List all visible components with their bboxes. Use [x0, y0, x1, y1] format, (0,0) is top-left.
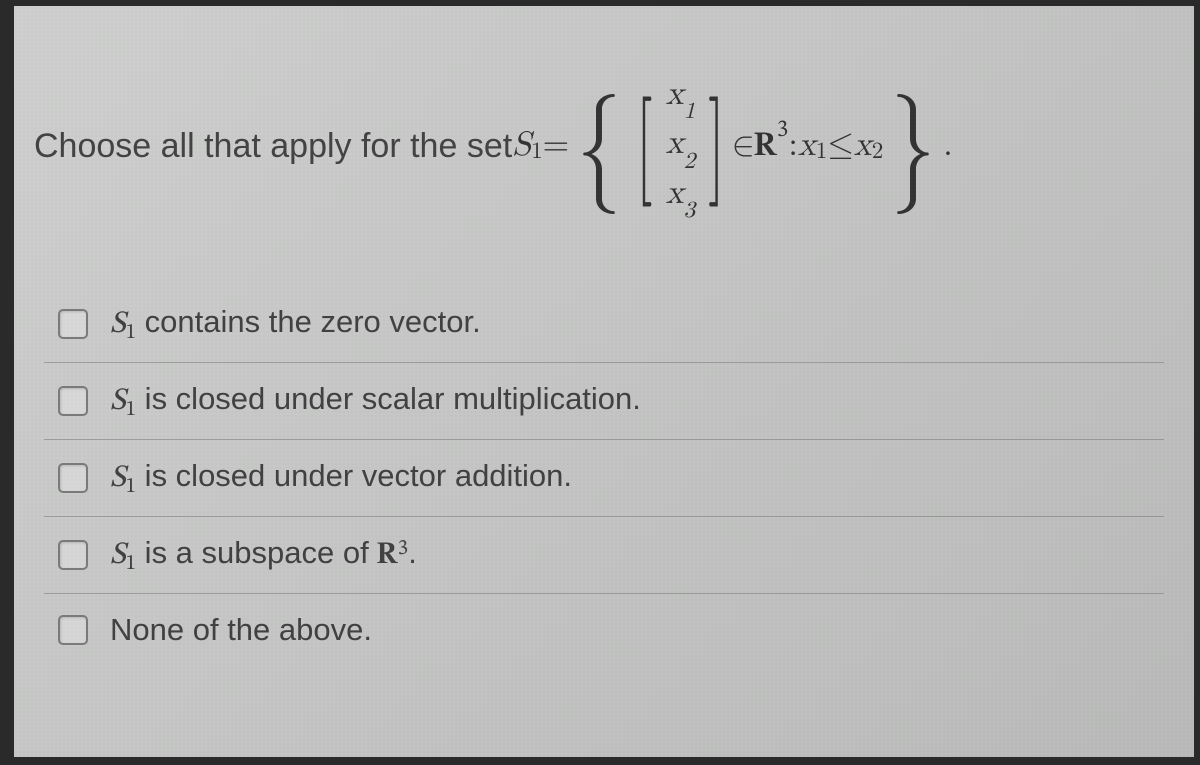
option-s-sub: 1 [126, 554, 136, 575]
question-period: . [943, 125, 952, 166]
question-row: Choose all that apply for the set S1 = {… [34, 66, 1184, 226]
blackboard-r-icon: R [377, 536, 397, 575]
element-of: ∈ [732, 125, 755, 166]
option-s-sub: 1 [126, 477, 136, 498]
option-s: S [110, 309, 126, 340]
checkbox[interactable] [58, 463, 88, 493]
option-row[interactable]: S1 is a subspace of R3. [44, 517, 1164, 594]
option-text: is closed under scalar multiplication. [136, 381, 641, 416]
left-brace-icon: { [577, 97, 622, 199]
vector-column: x1 x2 x3 [660, 72, 702, 219]
option-label: S1 is closed under vector addition. [110, 458, 572, 498]
option-row[interactable]: S1 is closed under scalar multiplication… [44, 363, 1164, 440]
checkbox[interactable] [58, 386, 88, 416]
cond-rhs-sub: 2 [872, 138, 884, 166]
such-that-colon: : [788, 125, 797, 166]
option-text: is a subspace of [136, 535, 377, 570]
option-s-sub: 1 [126, 400, 136, 421]
question-prompt: Choose all that apply for the set [34, 127, 512, 166]
checkbox[interactable] [58, 615, 88, 645]
vec-x3-sub: 3 [684, 199, 696, 222]
option-s: S [110, 463, 126, 494]
space-sup: 3 [398, 539, 408, 560]
option-text: is closed under vector addition. [136, 458, 572, 493]
right-brace-icon: } [891, 97, 936, 199]
left-bracket-icon: [ [636, 100, 653, 194]
space-sup: 3 [777, 118, 788, 142]
option-row[interactable]: None of the above. [44, 594, 1164, 666]
option-text: contains the zero vector. [136, 304, 481, 339]
vec-x2-sub: 2 [684, 150, 696, 173]
option-text: None of the above. [110, 612, 372, 647]
option-row[interactable]: S1 contains the zero vector. [44, 286, 1164, 363]
checkbox[interactable] [58, 309, 88, 339]
set-subscript: 1 [531, 138, 543, 166]
cond-lhs-var: x [798, 125, 816, 166]
set-symbol: S [512, 125, 531, 166]
option-label: S1 is a subspace of R3. [110, 535, 417, 575]
vec-x1-var: x [666, 77, 684, 111]
option-tail: . [408, 535, 417, 570]
blackboard-r-icon: R [755, 126, 777, 169]
vec-x1-sub: 1 [684, 100, 696, 123]
leq-sign: ≤ [827, 125, 853, 166]
vec-x3-var: x [666, 176, 684, 210]
real-space: R3 [755, 123, 789, 170]
option-label: S1 contains the zero vector. [110, 304, 481, 344]
right-bracket-icon: ] [708, 100, 725, 194]
options-list: S1 contains the zero vector. S1 is close… [44, 286, 1164, 666]
cond-rhs-var: x [854, 125, 872, 166]
option-row[interactable]: S1 is closed under vector addition. [44, 440, 1164, 517]
cond-lhs-sub: 1 [816, 138, 828, 166]
option-label: None of the above. [110, 612, 372, 648]
option-s: S [110, 540, 126, 571]
checkbox[interactable] [58, 540, 88, 570]
equals-sign: = [543, 125, 569, 166]
option-s-sub: 1 [126, 323, 136, 344]
option-s: S [110, 386, 126, 417]
option-label: S1 is closed under scalar multiplication… [110, 381, 641, 421]
question-math: S1 = { [ x1 x2 x3 ] ∈ R3 : x1 ≤ x2 } . [512, 72, 953, 219]
vec-x2-var: x [666, 126, 684, 160]
